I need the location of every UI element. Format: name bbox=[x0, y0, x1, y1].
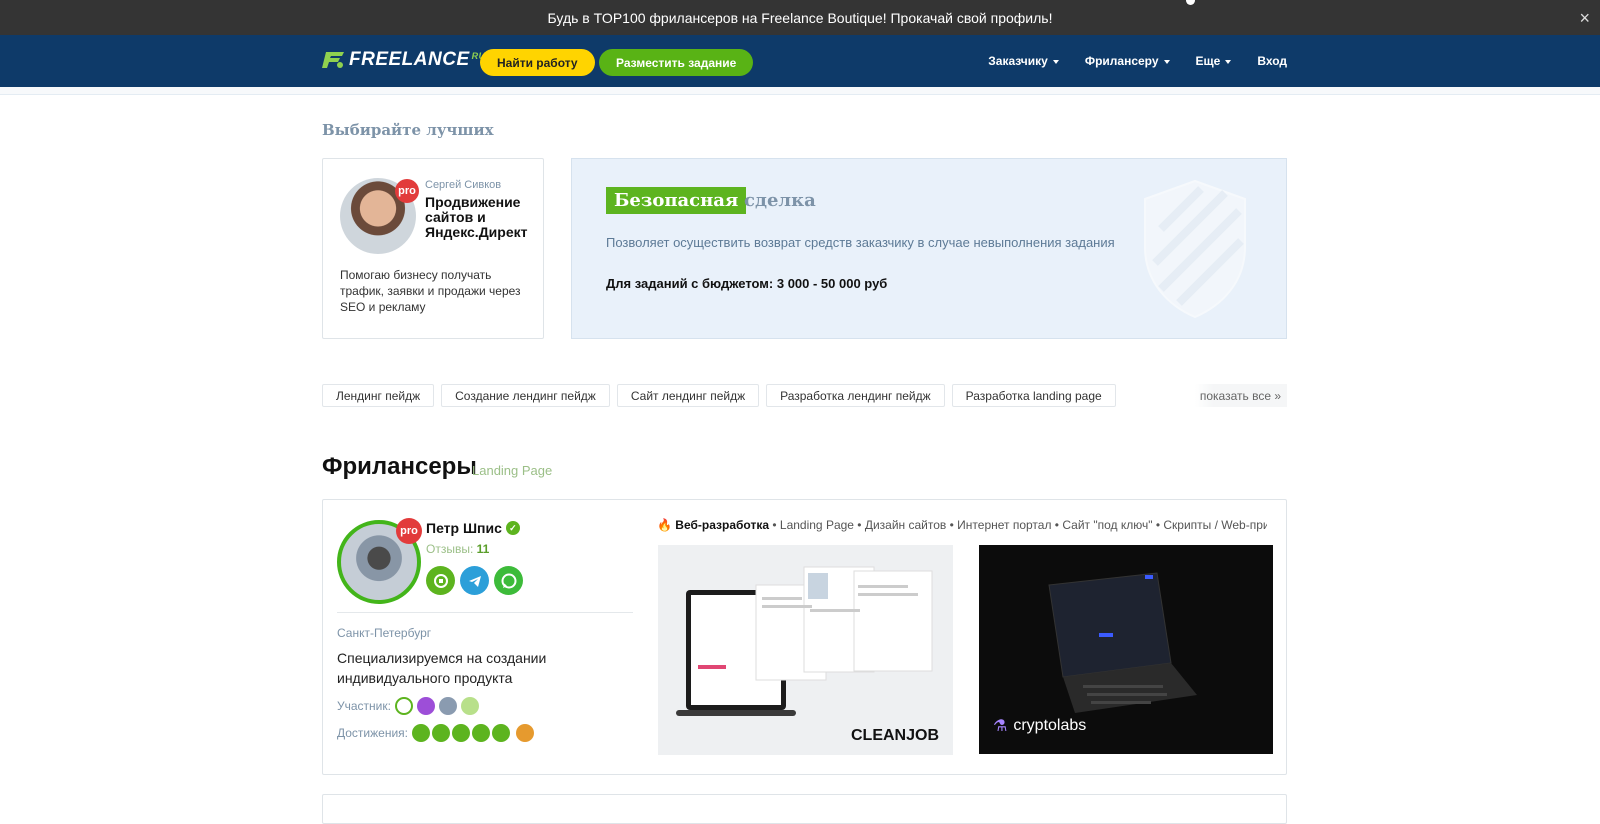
promo-text[interactable]: Будь в TOP100 фрилансеров на Freelance B… bbox=[548, 10, 1053, 26]
whatsapp-icon[interactable] bbox=[494, 566, 523, 595]
freelancer-city: Санкт-Петербург bbox=[337, 626, 432, 640]
flask-icon: ⚗ bbox=[993, 718, 1008, 735]
menu-freelancer[interactable]: Фрилансеру bbox=[1085, 54, 1170, 68]
pro-title[interactable]: Продвижение сайтов и Яндекс.Директ bbox=[425, 195, 537, 240]
find-work-button[interactable]: Найти работу bbox=[480, 49, 595, 76]
reviews-label: Отзывы: bbox=[426, 542, 474, 556]
logo-icon bbox=[322, 52, 344, 68]
tag-item[interactable]: Разработка лендинг пейдж bbox=[766, 384, 945, 407]
logo-text: FREELANCE bbox=[349, 49, 470, 70]
achievement-icon[interactable] bbox=[492, 724, 510, 742]
post-task-button[interactable]: Разместить задание bbox=[599, 49, 754, 76]
badge-icon[interactable] bbox=[394, 697, 413, 715]
category-main[interactable]: Веб-разработка bbox=[675, 518, 769, 532]
best-heading: Выбирайте лучших bbox=[322, 121, 494, 139]
fire-icon: 🔥 bbox=[657, 518, 672, 532]
portfolio-label: cryptolabs bbox=[1013, 717, 1087, 734]
tag-item[interactable]: Сайт лендинг пейдж bbox=[616, 384, 760, 407]
pro-promo-card[interactable]: pro Сергей Сивков Продвижение сайтов и Я… bbox=[322, 158, 544, 339]
achievements-label: Достижения: bbox=[337, 726, 408, 740]
freelancer-card: pro Петр Шпис ✓ Отзывы: 11 Санкт-Петербу… bbox=[322, 499, 1287, 775]
lightning-icon[interactable] bbox=[438, 697, 457, 715]
show-all-link[interactable]: показать все » bbox=[1195, 384, 1287, 407]
safe-deal-budget: Для заданий с бюджетом: 3 000 - 50 000 р… bbox=[606, 276, 888, 291]
reviews[interactable]: Отзывы: 11 bbox=[426, 542, 489, 556]
freelancer-specialty: Специализируемся на создании индивидуаль… bbox=[337, 650, 547, 686]
achievement-icon[interactable] bbox=[412, 724, 430, 742]
achievement-icon[interactable] bbox=[472, 724, 490, 742]
contact-icons bbox=[426, 566, 523, 595]
login-link[interactable]: Вход bbox=[1257, 54, 1287, 68]
main-navbar: FREELANCE RU Найти работу Разместить зад… bbox=[0, 35, 1600, 87]
tag-item[interactable]: Лендинг пейдж bbox=[322, 384, 435, 407]
tag-list: Лендинг пейдж Создание лендинг пейдж Сай… bbox=[322, 384, 1116, 407]
freelancer-name-row: Петр Шпис ✓ bbox=[426, 520, 520, 536]
portfolio-label-row: ⚗ cryptolabs bbox=[993, 716, 1086, 736]
member-badges: Участник: bbox=[337, 697, 479, 715]
portfolio-item[interactable]: CLEANJOB bbox=[658, 545, 953, 755]
shield-icon bbox=[1144, 179, 1246, 319]
pro-badge: pro bbox=[395, 179, 419, 203]
tag-item[interactable]: Разработка landing page bbox=[951, 384, 1116, 407]
achievement-icon[interactable] bbox=[452, 724, 470, 742]
top-menu: Заказчику Фрилансеру Еще Вход bbox=[988, 54, 1287, 68]
safe-deal-banner[interactable]: Безопасная сделка Позволяет осуществить … bbox=[571, 158, 1287, 339]
category-rest[interactable]: • Landing Page • Дизайн сайтов • Интерне… bbox=[772, 518, 1267, 532]
cursor-dot bbox=[1186, 0, 1195, 5]
menu-customer[interactable]: Заказчику bbox=[988, 54, 1059, 68]
lightning-achievement-icon[interactable] bbox=[516, 724, 534, 742]
close-icon[interactable]: × bbox=[1579, 8, 1590, 29]
verified-icon: ✓ bbox=[505, 521, 520, 535]
category-list: 🔥 Веб-разработка • Landing Page • Дизайн… bbox=[657, 518, 1267, 532]
freelancer-card bbox=[322, 794, 1287, 824]
telegram-icon[interactable] bbox=[460, 566, 489, 595]
freelancer-name[interactable]: Петр Шпис bbox=[426, 520, 502, 536]
shield-badge-icon[interactable] bbox=[460, 697, 479, 715]
message-icon[interactable] bbox=[426, 566, 455, 595]
freelancers-heading: Фрилансеры bbox=[322, 453, 477, 480]
member-label: Участник: bbox=[337, 699, 391, 713]
promo-banner[interactable]: Будь в TOP100 фрилансеров на Freelance B… bbox=[0, 0, 1600, 35]
portfolio-label: CLEANJOB bbox=[850, 727, 939, 744]
tag-item[interactable]: Создание лендинг пейдж bbox=[441, 384, 610, 407]
pro-badge: pro bbox=[396, 518, 422, 544]
portfolio-item[interactable]: ⚗ cryptolabs bbox=[979, 545, 1273, 754]
divider bbox=[337, 612, 633, 613]
safe-deal-description: Позволяет осуществить возврат средств за… bbox=[606, 235, 1115, 250]
sub-nav-strip bbox=[0, 87, 1600, 95]
freelancers-subheading: Landing Page bbox=[472, 463, 553, 478]
achievement-icon[interactable] bbox=[432, 724, 450, 742]
pro-description: Помогаю бизнесу получать трафик, заявки … bbox=[340, 268, 521, 314]
graduate-icon[interactable] bbox=[416, 697, 435, 715]
menu-more[interactable]: Еще bbox=[1196, 54, 1232, 68]
safe-deal-tag-rest: сделка bbox=[744, 190, 816, 211]
reviews-count: 11 bbox=[476, 542, 490, 556]
laptop-mockup bbox=[676, 566, 933, 716]
safe-deal-tag: Безопасная bbox=[606, 187, 747, 214]
site-logo[interactable]: FREELANCE RU bbox=[322, 49, 486, 71]
achievements: Достижения: bbox=[337, 724, 534, 742]
pro-name[interactable]: Сергей Сивков bbox=[425, 179, 501, 191]
